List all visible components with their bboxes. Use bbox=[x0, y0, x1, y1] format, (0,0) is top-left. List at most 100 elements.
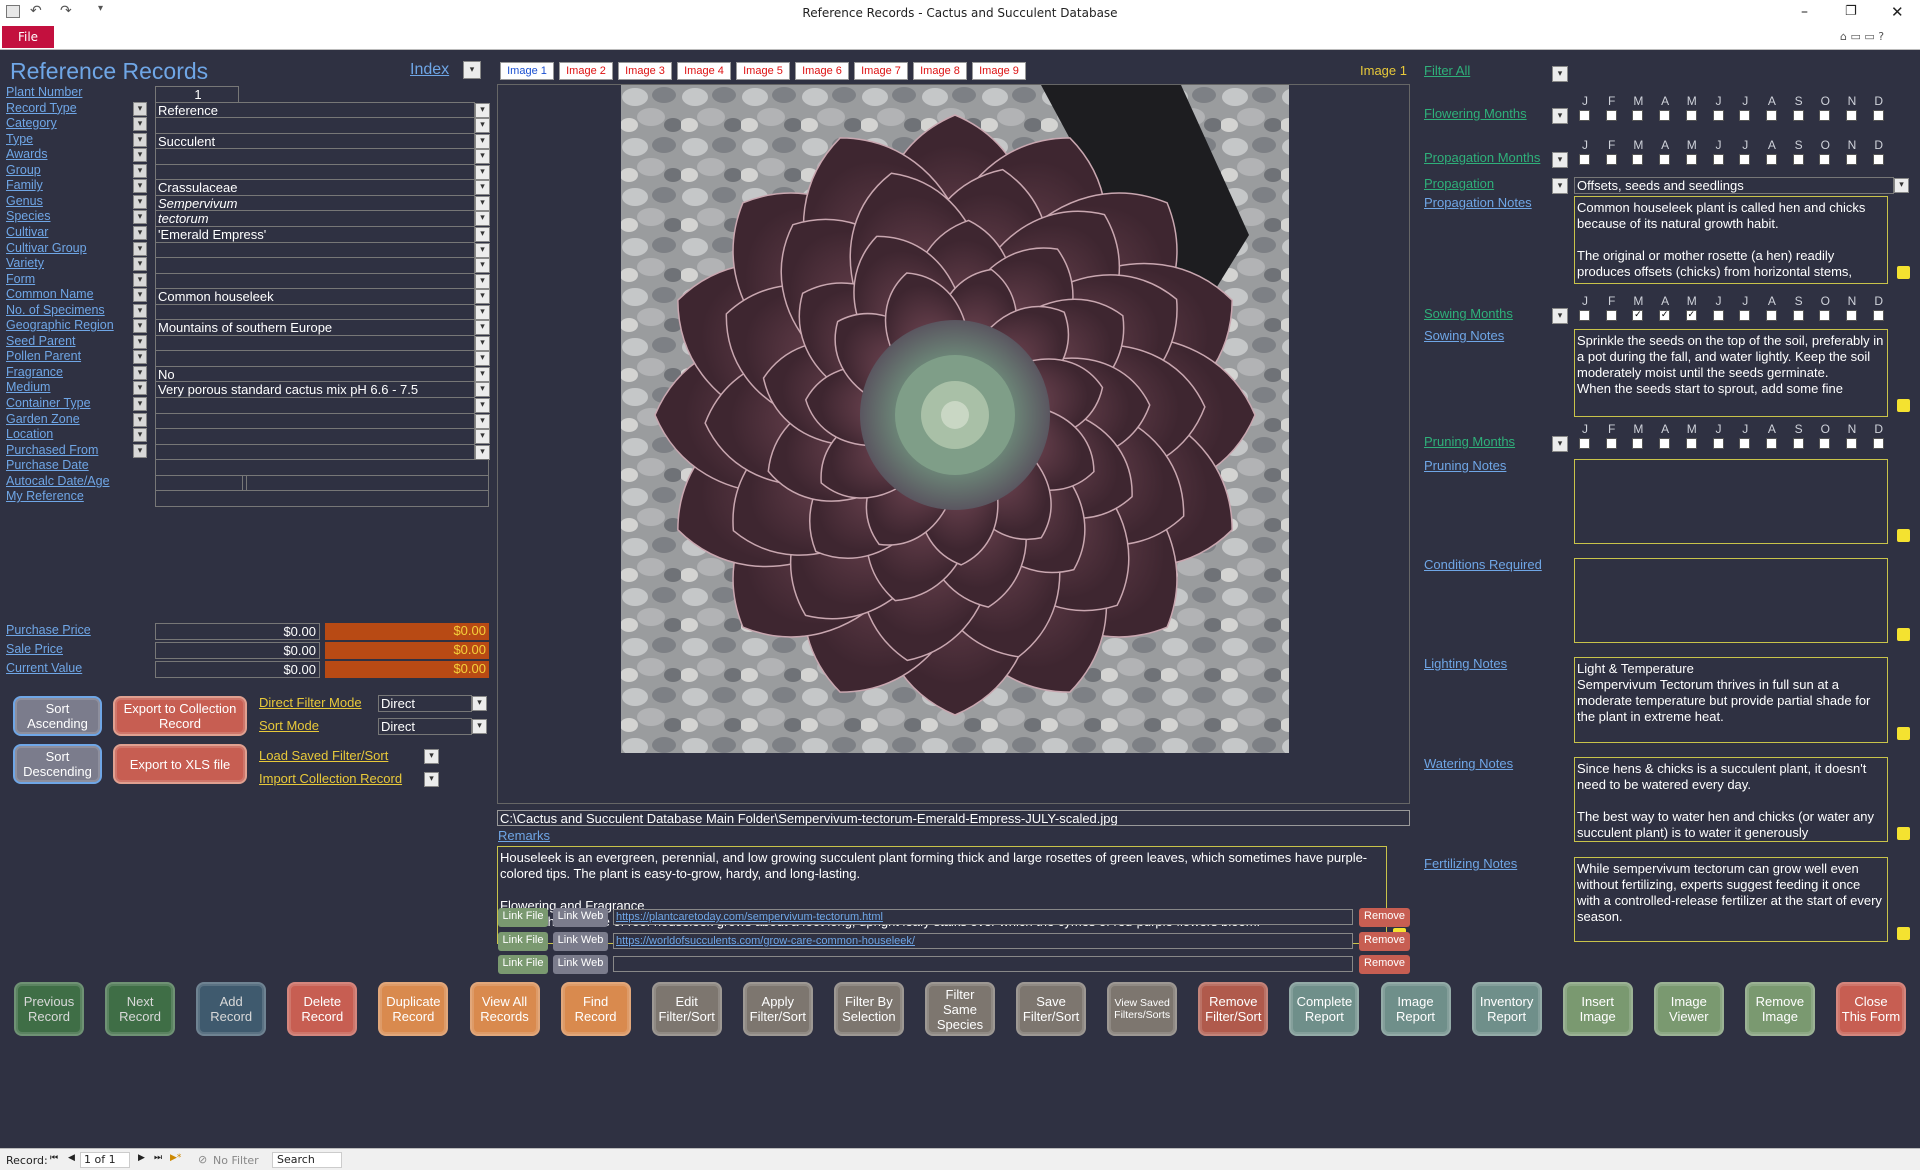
sowing-months-dropdown-icon[interactable]: ▾ bbox=[1552, 308, 1568, 324]
next-record-icon[interactable]: ▶ bbox=[138, 1153, 145, 1163]
propagation-notes-memo[interactable]: Common houseleek plant is called hen and… bbox=[1574, 196, 1888, 284]
sowing-months-checkbox-0[interactable] bbox=[1579, 310, 1590, 321]
field-20-filter-icon[interactable]: ▾ bbox=[133, 397, 147, 411]
field-15-input[interactable]: Mountains of southern Europe bbox=[155, 319, 475, 337]
bottom-button-image-viewer[interactable]: Image Viewer bbox=[1653, 982, 1724, 1036]
link-web-button-2[interactable]: Link Web bbox=[553, 955, 608, 974]
flowering-months-checkbox-8[interactable] bbox=[1792, 110, 1804, 121]
propagation-dropdown-icon[interactable]: ▾ bbox=[1894, 178, 1909, 193]
propagation-months-checkbox-0[interactable] bbox=[1579, 154, 1590, 165]
propagation-notes-label[interactable]: Propagation Notes bbox=[1424, 195, 1532, 210]
close-icon[interactable]: ✕ bbox=[1891, 3, 1904, 21]
image-tab-5[interactable]: Image 5 bbox=[736, 62, 790, 80]
field-21-label[interactable]: Garden Zone bbox=[6, 412, 80, 426]
field-5-filter-icon[interactable]: ▾ bbox=[133, 163, 147, 178]
remove-link-button-2[interactable]: Remove bbox=[1359, 955, 1410, 974]
price-2-input[interactable]: $0.00 bbox=[155, 661, 320, 678]
field-23-input[interactable] bbox=[155, 443, 475, 461]
fertilizing-notes-label[interactable]: Fertilizing Notes bbox=[1424, 856, 1517, 871]
pruning-months-checkbox-7[interactable] bbox=[1765, 438, 1777, 449]
field-8-dropdown-icon[interactable]: ▾ bbox=[475, 211, 490, 227]
field-20-input[interactable] bbox=[155, 397, 475, 414]
field-7-filter-icon[interactable]: ▾ bbox=[133, 194, 147, 209]
pruning-months-checkbox-9[interactable] bbox=[1819, 438, 1831, 449]
field-19-dropdown-icon[interactable]: ▾ bbox=[475, 382, 490, 398]
propagation-months-checkbox-11[interactable] bbox=[1872, 154, 1884, 165]
field-11-label[interactable]: Variety bbox=[6, 256, 44, 270]
propagation-label[interactable]: Propagation bbox=[1424, 176, 1494, 191]
sowing-months-checkbox-4[interactable]: ✓ bbox=[1685, 310, 1697, 321]
flowering-months-dropdown-icon[interactable]: ▾ bbox=[1552, 108, 1568, 124]
pruning-months-checkbox-10[interactable] bbox=[1846, 438, 1857, 449]
remove-link-button-0[interactable]: Remove bbox=[1359, 908, 1410, 927]
link-web-button-1[interactable]: Link Web bbox=[553, 931, 608, 951]
field-9-label[interactable]: Cultivar bbox=[6, 225, 48, 239]
field-13-dropdown-icon[interactable]: ▾ bbox=[475, 289, 490, 305]
image-tab-3[interactable]: Image 3 bbox=[618, 62, 672, 80]
bottom-button-view-all-records[interactable]: View All Records bbox=[469, 982, 540, 1036]
search-box[interactable]: Search bbox=[272, 1152, 342, 1168]
field-19-filter-icon[interactable]: ▾ bbox=[133, 381, 147, 396]
record-position[interactable]: 1 of 1 bbox=[80, 1152, 130, 1168]
pruning-months-checkbox-6[interactable] bbox=[1739, 438, 1751, 449]
field-12-filter-icon[interactable]: ▾ bbox=[133, 272, 147, 287]
bottom-button-remove-filter-sort[interactable]: Remove Filter/Sort bbox=[1198, 982, 1269, 1036]
field-2-label[interactable]: Category bbox=[6, 116, 57, 130]
sowing-months-checkbox-2[interactable]: ✓ bbox=[1632, 310, 1644, 321]
field-17-label[interactable]: Pollen Parent bbox=[6, 349, 81, 363]
field-3-dropdown-icon[interactable]: ▾ bbox=[475, 133, 490, 149]
field-14-label[interactable]: No. of Specimens bbox=[6, 303, 105, 317]
flowering-months-checkbox-5[interactable] bbox=[1712, 110, 1724, 121]
image-tab-1[interactable]: Image 1 bbox=[500, 62, 554, 80]
field-3-label[interactable]: Type bbox=[6, 132, 33, 146]
price-2-label[interactable]: Current Value bbox=[6, 661, 82, 675]
field-18-input[interactable]: No bbox=[155, 365, 475, 383]
field-19-label[interactable]: Medium bbox=[6, 380, 50, 394]
field-22-label[interactable]: Location bbox=[6, 427, 53, 441]
restore-icon[interactable]: ❐ bbox=[1845, 4, 1857, 19]
propagation-months-checkbox-2[interactable] bbox=[1632, 154, 1644, 165]
propagation-months-checkbox-1[interactable] bbox=[1605, 154, 1617, 165]
filter-status[interactable]: No Filter bbox=[213, 1154, 259, 1167]
image-path-field[interactable]: C:\Cactus and Succulent Database Main Fo… bbox=[497, 810, 1410, 826]
export-xls-button[interactable]: Export to XLS file bbox=[113, 744, 247, 784]
propagation-months-checkbox-5[interactable] bbox=[1712, 154, 1724, 165]
propagation-months-label[interactable]: Propagation Months bbox=[1424, 150, 1540, 165]
image-tab-9[interactable]: Image 9 bbox=[972, 62, 1026, 80]
field-13-input[interactable]: Common houseleek bbox=[155, 288, 475, 306]
field-7-dropdown-icon[interactable]: ▾ bbox=[475, 195, 490, 211]
pruning-notes-memo[interactable] bbox=[1574, 459, 1888, 544]
bottom-button-save-filter-sort[interactable]: Save Filter/Sort bbox=[1016, 982, 1087, 1036]
file-tab[interactable]: File bbox=[2, 26, 54, 48]
pruning-months-checkbox-11[interactable] bbox=[1872, 438, 1884, 449]
field-23-filter-icon[interactable]: ▾ bbox=[133, 443, 147, 458]
pruning-months-checkbox-5[interactable] bbox=[1712, 438, 1724, 449]
conditions-required-label[interactable]: Conditions Required bbox=[1424, 557, 1542, 572]
link-url-1[interactable]: https://worldofsucculents.com/grow-care-… bbox=[613, 932, 1353, 949]
field-8-filter-icon[interactable]: ▾ bbox=[133, 210, 147, 225]
field-14-input[interactable] bbox=[155, 303, 475, 321]
bottom-button-insert-image[interactable]: Insert Image bbox=[1562, 982, 1633, 1036]
remarks-label[interactable]: Remarks bbox=[498, 828, 550, 843]
pruning-months-checkbox-1[interactable] bbox=[1605, 438, 1617, 449]
sowing-months-checkbox-10[interactable] bbox=[1846, 310, 1857, 321]
bottom-button-duplicate-record[interactable]: Duplicate Record bbox=[378, 982, 449, 1036]
flowering-months-checkbox-0[interactable] bbox=[1579, 110, 1590, 121]
field-13-filter-icon[interactable]: ▾ bbox=[133, 288, 147, 303]
remove-link-button-1[interactable]: Remove bbox=[1359, 931, 1410, 951]
field-16-filter-icon[interactable]: ▾ bbox=[133, 334, 147, 349]
sowing-months-checkbox-3[interactable]: ✓ bbox=[1659, 310, 1671, 321]
field-5-label[interactable]: Group bbox=[6, 163, 41, 177]
bottom-button-view-saved-filters-sorts[interactable]: View Saved Filters/Sorts bbox=[1107, 982, 1178, 1036]
minimize-icon[interactable]: – bbox=[1801, 4, 1808, 20]
propagation-months-dropdown-icon[interactable]: ▾ bbox=[1552, 152, 1568, 168]
pruning-months-label[interactable]: Pruning Months bbox=[1424, 434, 1515, 449]
propagation-filter-icon[interactable]: ▾ bbox=[1552, 178, 1568, 194]
pruning-months-dropdown-icon[interactable]: ▾ bbox=[1552, 436, 1568, 452]
import-collection-dropdown-icon[interactable]: ▾ bbox=[424, 772, 439, 787]
field-9-input[interactable]: 'Emerald Empress' bbox=[155, 225, 475, 243]
propagation-months-checkbox-8[interactable] bbox=[1792, 154, 1804, 165]
field-6-label[interactable]: Family bbox=[6, 178, 43, 192]
sowing-months-checkbox-6[interactable] bbox=[1739, 310, 1751, 321]
fertilizing-notes-zoom-icon[interactable] bbox=[1897, 927, 1910, 940]
